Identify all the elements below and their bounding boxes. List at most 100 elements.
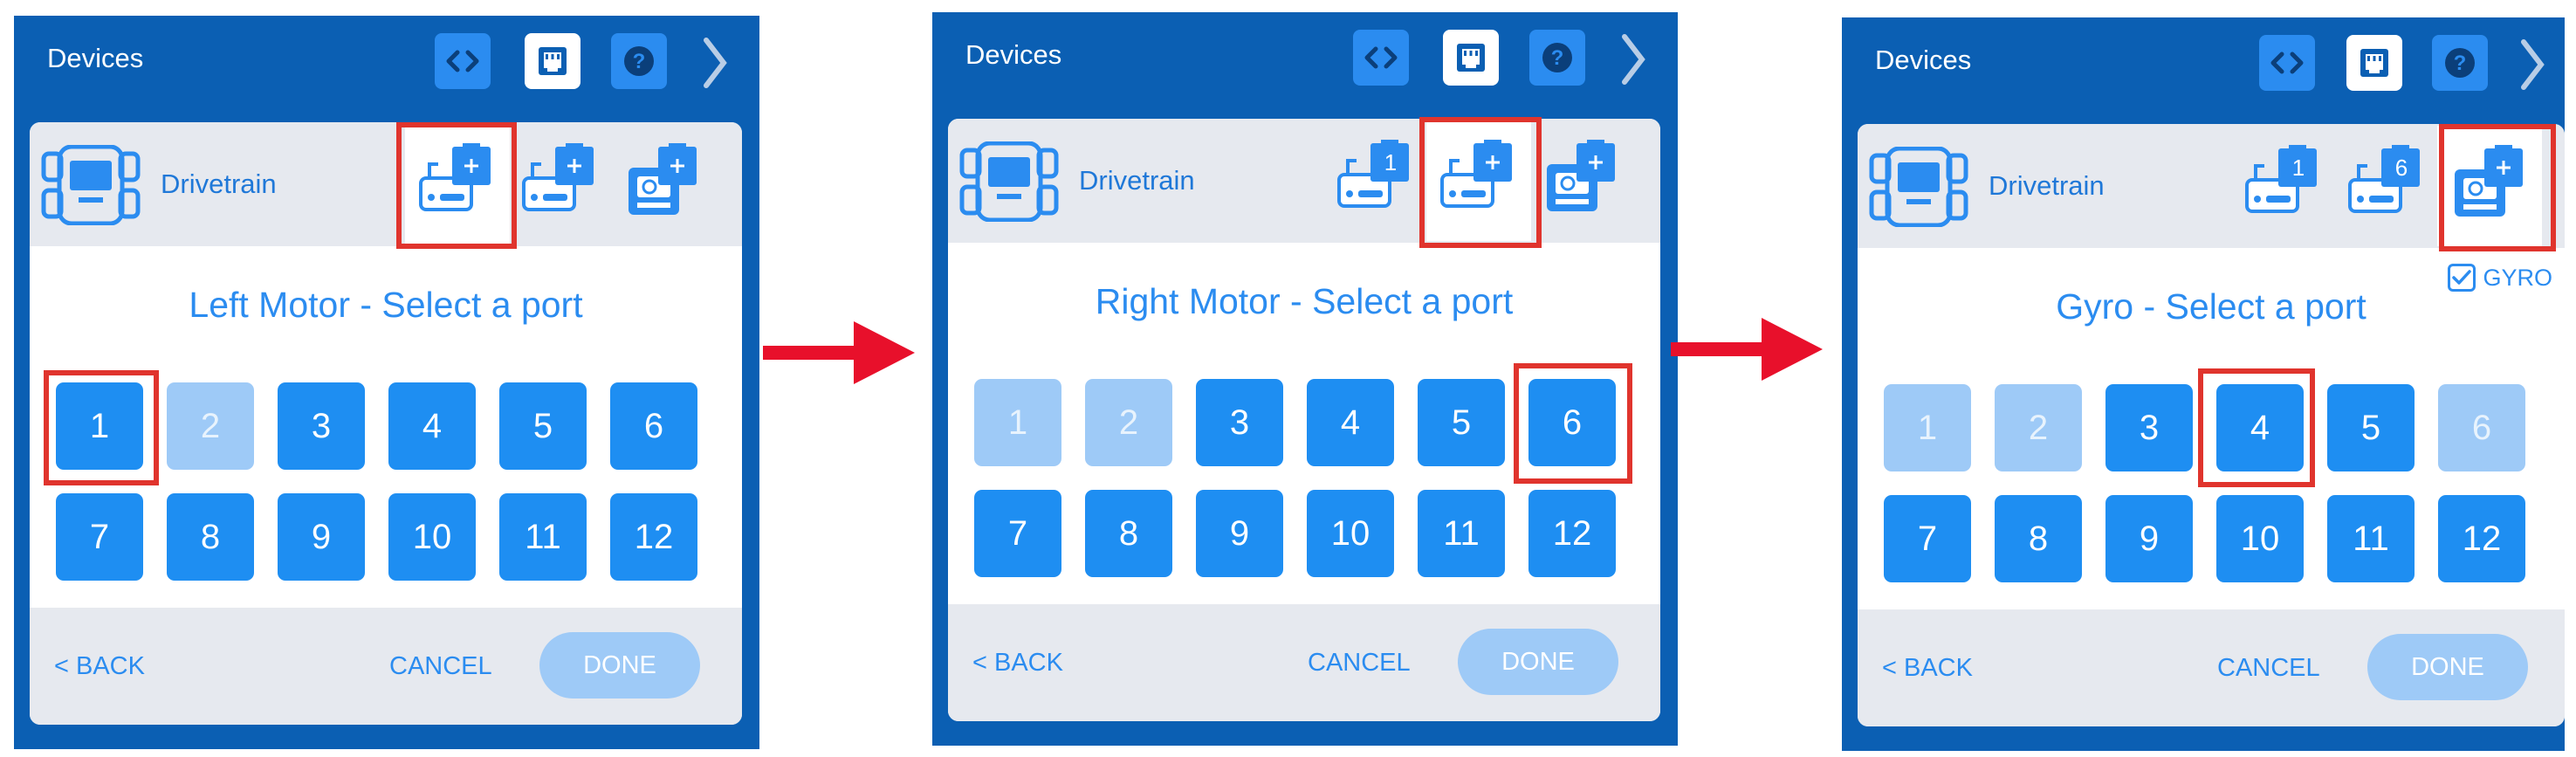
port-button-5[interactable]: 5 <box>499 382 587 470</box>
port-button-9[interactable]: 9 <box>278 493 365 581</box>
help-button[interactable]: ? <box>1529 30 1585 86</box>
help-button[interactable]: ? <box>611 33 667 89</box>
drivetrain-icon <box>959 141 1059 222</box>
device-row: Drivetrain 1 6 <box>1858 124 2565 248</box>
gyro-slot[interactable] <box>611 124 716 244</box>
motor-add-icon <box>1440 140 1512 208</box>
port-button-2[interactable]: 2 <box>1085 379 1172 466</box>
left-motor-slot[interactable]: 1 <box>2231 126 2336 246</box>
port-button-4[interactable]: 4 <box>1307 379 1394 466</box>
port-button-9[interactable]: 9 <box>1196 490 1283 577</box>
devices-button[interactable] <box>2346 35 2402 91</box>
code-icon <box>2270 52 2304 74</box>
done-button[interactable]: DONE <box>2367 634 2528 700</box>
port-button-1[interactable]: 1 <box>1884 384 1971 471</box>
port-button-4[interactable]: 4 <box>2216 384 2304 471</box>
help-icon: ? <box>624 46 654 76</box>
left-motor-slot[interactable] <box>405 124 510 244</box>
gyro-slot[interactable] <box>2437 126 2542 246</box>
port-button-3[interactable]: 3 <box>2105 384 2193 471</box>
forward-button[interactable] <box>1615 31 1650 87</box>
svg-text:?: ? <box>1551 46 1564 70</box>
done-button[interactable]: DONE <box>539 632 700 699</box>
port-button-3[interactable]: 3 <box>1196 379 1283 466</box>
svg-text:?: ? <box>2454 52 2467 75</box>
right-motor-slot[interactable] <box>508 124 613 244</box>
done-button[interactable]: DONE <box>1458 629 1618 695</box>
port-button-7[interactable]: 7 <box>974 490 1061 577</box>
page-title: Devices <box>1875 45 1972 75</box>
port-button-6[interactable]: 6 <box>610 382 697 470</box>
gyro-slot[interactable] <box>1529 120 1634 241</box>
port-button-8[interactable]: 8 <box>167 493 254 581</box>
port-button-7[interactable]: 7 <box>1884 495 1971 582</box>
cancel-button[interactable]: CANCEL <box>1308 604 1411 721</box>
back-button[interactable]: < BACK <box>54 608 145 725</box>
port-button-11[interactable]: 11 <box>499 493 587 581</box>
code-icon <box>1364 46 1398 69</box>
right-motor-slot[interactable] <box>1426 120 1531 241</box>
arrow-right-icon <box>763 321 915 384</box>
back-button[interactable]: < BACK <box>1882 609 1973 726</box>
port-button-10[interactable]: 10 <box>388 493 476 581</box>
port-select-heading: Gyro - Select a port <box>2056 286 2366 327</box>
gyro-add-icon <box>629 143 697 215</box>
chevron-right-icon <box>2521 39 2545 90</box>
forward-button[interactable] <box>697 35 732 91</box>
gyro-add-icon <box>2455 145 2523 217</box>
port-button-2[interactable]: 2 <box>167 382 254 470</box>
port-button-8[interactable]: 8 <box>1995 495 2082 582</box>
devices-button[interactable] <box>525 33 580 89</box>
code-icon <box>446 50 479 72</box>
device-row: Drivetrain <box>30 122 742 246</box>
slot-port-number: 6 <box>2394 155 2408 181</box>
cancel-button[interactable]: CANCEL <box>389 608 492 725</box>
code-view-button[interactable] <box>2259 35 2315 91</box>
code-view-button[interactable] <box>1353 30 1409 86</box>
port-button-1[interactable]: 1 <box>56 382 143 470</box>
port-button-5[interactable]: 5 <box>2327 384 2415 471</box>
svg-text:?: ? <box>633 50 646 73</box>
port-select-heading: Left Motor - Select a port <box>189 285 583 325</box>
port-button-7[interactable]: 7 <box>56 493 143 581</box>
drivetrain-icon <box>1869 147 1968 227</box>
slot-port-number: 1 <box>2291 155 2305 181</box>
port-button-12[interactable]: 12 <box>610 493 697 581</box>
port-button-12[interactable]: 12 <box>2438 495 2525 582</box>
port-button-6[interactable]: 6 <box>2438 384 2525 471</box>
port-button-10[interactable]: 10 <box>1307 490 1394 577</box>
port-button-11[interactable]: 11 <box>2327 495 2415 582</box>
back-button[interactable]: < BACK <box>972 604 1063 721</box>
port-button-5[interactable]: 5 <box>1418 379 1505 466</box>
chevron-right-icon <box>1622 34 1645 85</box>
drivetrain-label: Drivetrain <box>161 169 277 199</box>
port-button-2[interactable]: 2 <box>1995 384 2082 471</box>
port-button-3[interactable]: 3 <box>278 382 365 470</box>
port-select-card: Drivetrain Left Motor - Select a port 1 … <box>30 122 742 725</box>
devices-button[interactable] <box>1443 30 1499 86</box>
port-select-card: Drivetrain 1 6 GYRO Gyro - Select a port… <box>1858 124 2565 726</box>
left-motor-slot[interactable]: 1 <box>1323 120 1428 241</box>
port-button-8[interactable]: 8 <box>1085 490 1172 577</box>
code-view-button[interactable] <box>435 33 491 89</box>
footer-bar: < BACK CANCEL DONE <box>1858 609 2565 726</box>
right-motor-slot[interactable]: 6 <box>2334 126 2439 246</box>
port-button-11[interactable]: 11 <box>1418 490 1505 577</box>
port-icon <box>1457 44 1485 72</box>
help-icon: ? <box>2445 48 2475 78</box>
port-icon <box>539 47 567 75</box>
top-bar: Devices ? <box>932 12 1678 108</box>
port-button-9[interactable]: 9 <box>2105 495 2193 582</box>
port-select-card: Drivetrain 1 Right Motor - Select a port… <box>948 119 1660 721</box>
port-button-1[interactable]: 1 <box>974 379 1061 466</box>
footer-bar: < BACK CANCEL DONE <box>30 608 742 725</box>
port-button-4[interactable]: 4 <box>388 382 476 470</box>
help-button[interactable]: ? <box>2432 35 2488 91</box>
cancel-button[interactable]: CANCEL <box>2217 609 2320 726</box>
devices-panel-gyro: Devices ? Drivetrain 1 6 GYRO Gyro - Sel… <box>1842 17 2565 751</box>
forward-button[interactable] <box>2514 37 2549 93</box>
port-button-12[interactable]: 12 <box>1528 490 1616 577</box>
gyro-add-icon <box>1547 140 1615 211</box>
port-button-10[interactable]: 10 <box>2216 495 2304 582</box>
port-button-6[interactable]: 6 <box>1528 379 1616 466</box>
